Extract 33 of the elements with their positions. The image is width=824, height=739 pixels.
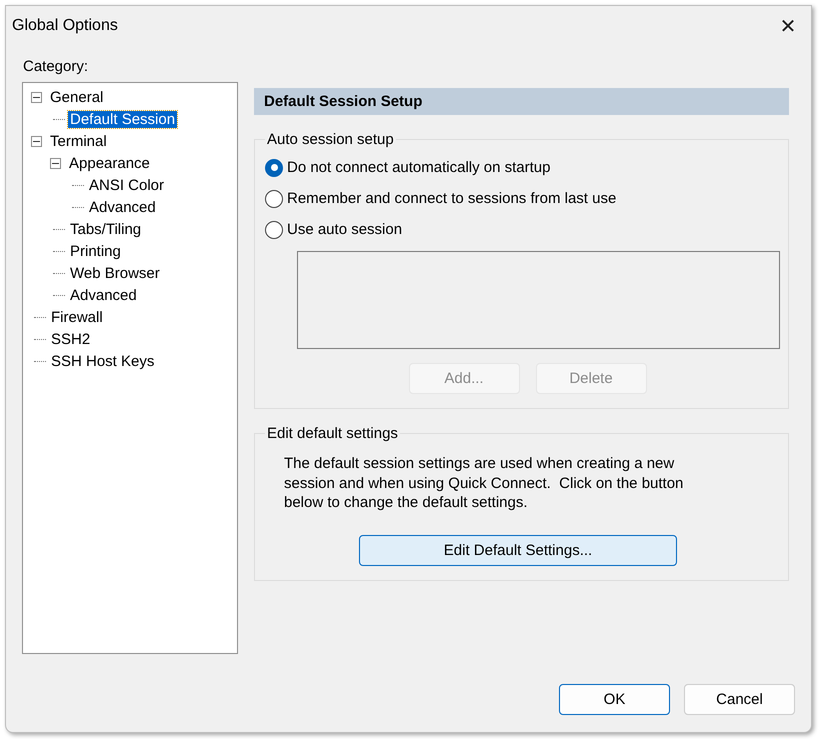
dialog-button[interactable]: OK [559,684,670,715]
edit-settings-button[interactable]: Edit Default Settings... [359,534,677,566]
group-title: Edit default settings [266,425,399,442]
tree-item[interactable]: Advanced [87,198,158,216]
tree-item[interactable]: ANSI Color [87,176,166,194]
tree-item[interactable]: Web Browser [68,264,162,282]
tree-item[interactable]: Printing [68,242,123,260]
dialog-button[interactable]: Cancel [684,684,795,715]
radio-icon[interactable] [265,190,283,208]
tree-item[interactable]: Default Session [68,110,178,128]
group-title: Auto session setup [266,131,395,148]
tree-item[interactable]: Advanced [68,286,139,304]
radio-option[interactable]: Do not connect automatically on startup [265,152,550,183]
category-label: Category: [22,57,90,77]
radio-option[interactable]: Use auto session [265,214,402,245]
tree-item[interactable]: Tabs/Tiling [68,220,144,238]
tree-item[interactable]: Terminal [48,132,109,150]
window-title: Global Options [12,17,118,35]
radio-icon[interactable] [265,158,283,176]
tree-item[interactable]: General [48,88,106,106]
radio-icon[interactable] [265,220,283,238]
collapse-icon[interactable] [50,158,61,168]
tree-item[interactable]: SSH2 [49,330,92,348]
collapse-icon[interactable] [31,92,42,102]
section-header: Default Session Setup [254,88,789,115]
tree-item[interactable]: Firewall [49,308,105,326]
radio-option[interactable]: Remember and connect to sessions from last use [265,183,616,214]
tree-item[interactable]: Appearance [67,154,152,172]
description-text: The default session settings are used when creating a new session and when using Quick Connect. Click on the button below to change the default settings. [284,454,684,512]
collapse-icon[interactable] [31,136,42,146]
tree-item[interactable]: SSH Host Keys [49,352,156,370]
session-list[interactable] [297,251,780,349]
close-button[interactable]: ✕ [765,8,811,44]
